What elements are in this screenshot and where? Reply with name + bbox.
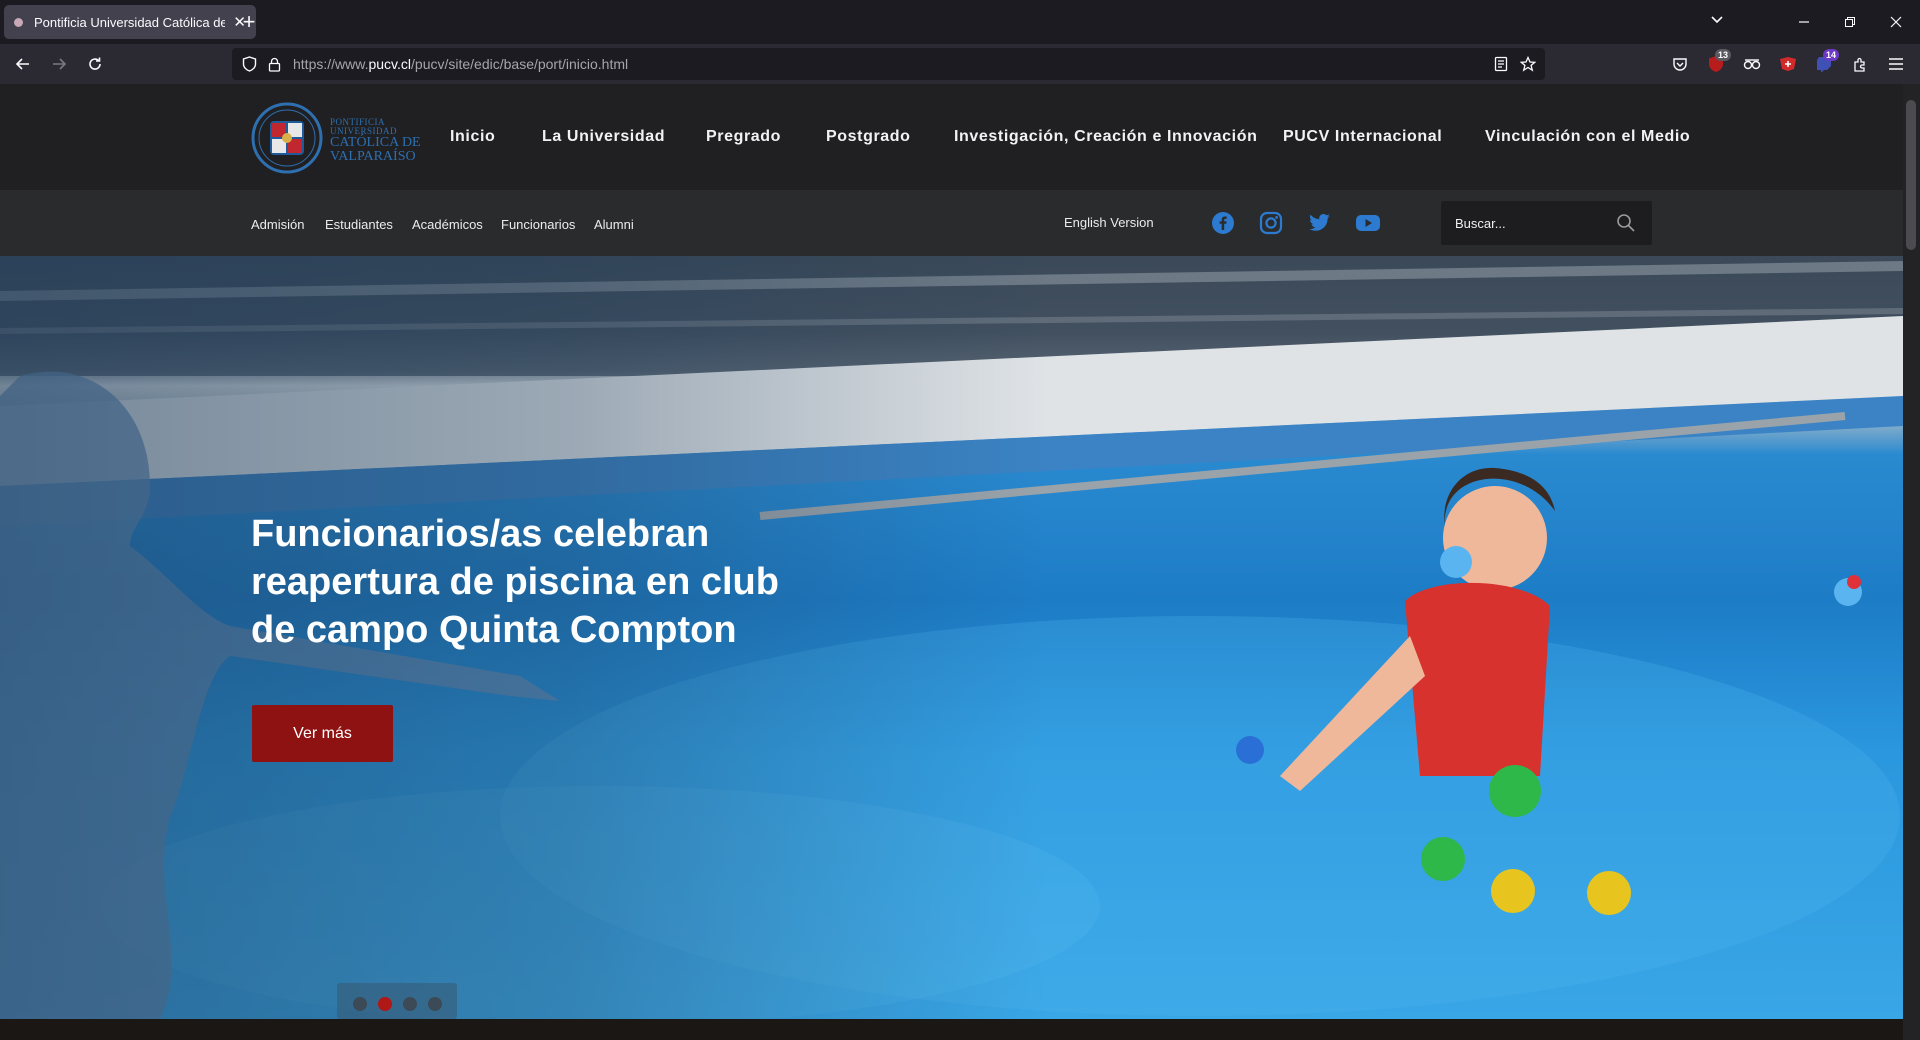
slider-dots [337,983,457,1019]
slider-dot-3[interactable] [403,997,417,1011]
english-version-link[interactable]: English Version [1064,215,1154,230]
search-box [1441,201,1652,245]
forward-button[interactable] [45,50,73,78]
subnav-academicos[interactable]: Académicos [412,217,483,232]
subnav-admision[interactable]: Admisión [251,217,304,232]
restore-icon [1845,17,1855,27]
hero-title: Funcionarios/as celebran reapertura de p… [251,513,779,651]
browser-toolbar: https://www.pucv.cl/pucv/site/edic/base/… [0,44,1920,84]
nav-postgrado[interactable]: Postgrado [826,128,911,150]
lock-icon[interactable] [265,55,283,73]
subnav-alumni[interactable]: Alumni [594,217,634,232]
logo-wordmark: PONTIFICIA UNIVERSIDAD CATÓLICA DE VALPA… [330,118,421,164]
minimize-icon [1799,21,1809,23]
back-arrow-icon [15,58,29,70]
extensions-puzzle-icon[interactable] [1848,52,1872,76]
new-tab-button[interactable]: + [236,8,262,36]
reader-view-icon[interactable] [1492,55,1510,73]
nav-investigacion[interactable]: Investigación, Creación e Innovación [954,128,1257,150]
ver-mas-button[interactable]: Ver más [252,705,393,762]
chevron-down-icon [1711,16,1723,24]
university-crest-icon [251,102,323,174]
twitter-icon[interactable] [1307,211,1331,235]
nav-la-universidad[interactable]: La Universidad [542,128,665,150]
subnav-estudiantes[interactable]: Estudiantes [325,217,393,232]
subnav-funcionarios[interactable]: Funcionarios [501,217,575,232]
extension-badge-count: 13 [1714,49,1731,61]
list-tabs-button[interactable] [1710,12,1724,31]
search-input[interactable] [1455,213,1605,233]
close-icon [1890,16,1902,28]
reload-button[interactable] [81,50,109,78]
minimize-button[interactable] [1781,0,1827,44]
scrollbar-thumb[interactable] [1906,100,1916,250]
tracking-shield-icon[interactable] [240,55,258,73]
logo-line-4: VALPARAÍSO [330,149,416,164]
url-path: /pucv/site/edic/base/port/inicio.html [411,56,629,72]
slider-dot-1[interactable] [353,997,367,1011]
logo-line-3: CATÓLICA DE [330,135,421,150]
browser-tab-bar: Pontificia Universidad Católica de Valpa… [0,0,1920,44]
twitch-extension-icon[interactable]: 14 [1812,49,1839,76]
facebook-icon[interactable] [1211,211,1235,235]
instagram-icon[interactable] [1259,211,1283,235]
nav-pregrado[interactable]: Pregrado [706,128,781,150]
restore-button[interactable] [1827,0,1873,44]
url-domain: pucv.cl [368,56,412,72]
youtube-icon[interactable] [1355,211,1380,235]
page-bottom-strip [0,1019,1903,1040]
pocket-icon[interactable] [1668,52,1692,76]
ublock-extension-icon[interactable]: 13 [1704,49,1731,76]
address-bar[interactable]: https://www.pucv.cl/pucv/site/edic/base/… [232,48,1545,80]
hero-slider: Funcionarios/as celebran reapertura de p… [0,256,1903,1019]
menu-hamburger-icon[interactable] [1884,52,1908,76]
tab-title: Pontificia Universidad Católica de Valpa… [34,14,226,30]
close-window-button[interactable] [1873,0,1919,44]
forward-arrow-icon [53,58,67,70]
nav-vinculacion[interactable]: Vinculación con el Medio [1485,128,1690,150]
url-text[interactable]: https://www.pucv.cl/pucv/site/edic/base/… [293,56,628,72]
nav-inicio[interactable]: Inicio [450,128,495,150]
favicon-icon [14,17,23,27]
slider-dot-4[interactable] [428,997,442,1011]
nav-pucv-internacional[interactable]: PUCV Internacional [1283,128,1442,150]
browser-tab-active[interactable]: Pontificia Universidad Católica de Valpa… [4,5,256,39]
university-logo[interactable]: PONTIFICIA UNIVERSIDAD CATÓLICA DE VALPA… [250,96,422,180]
bookmark-star-icon[interactable] [1519,55,1537,73]
search-button[interactable] [1616,213,1636,238]
search-icon [1617,214,1635,232]
reload-icon [89,57,101,70]
back-button[interactable] [9,50,37,78]
extension-badge-count: 14 [1822,49,1839,61]
slider-dot-2-active[interactable] [378,997,392,1011]
url-prefix: https://www. [293,56,369,72]
spy-extension-icon[interactable] [1740,52,1764,76]
red-extension-icon[interactable] [1776,52,1800,76]
